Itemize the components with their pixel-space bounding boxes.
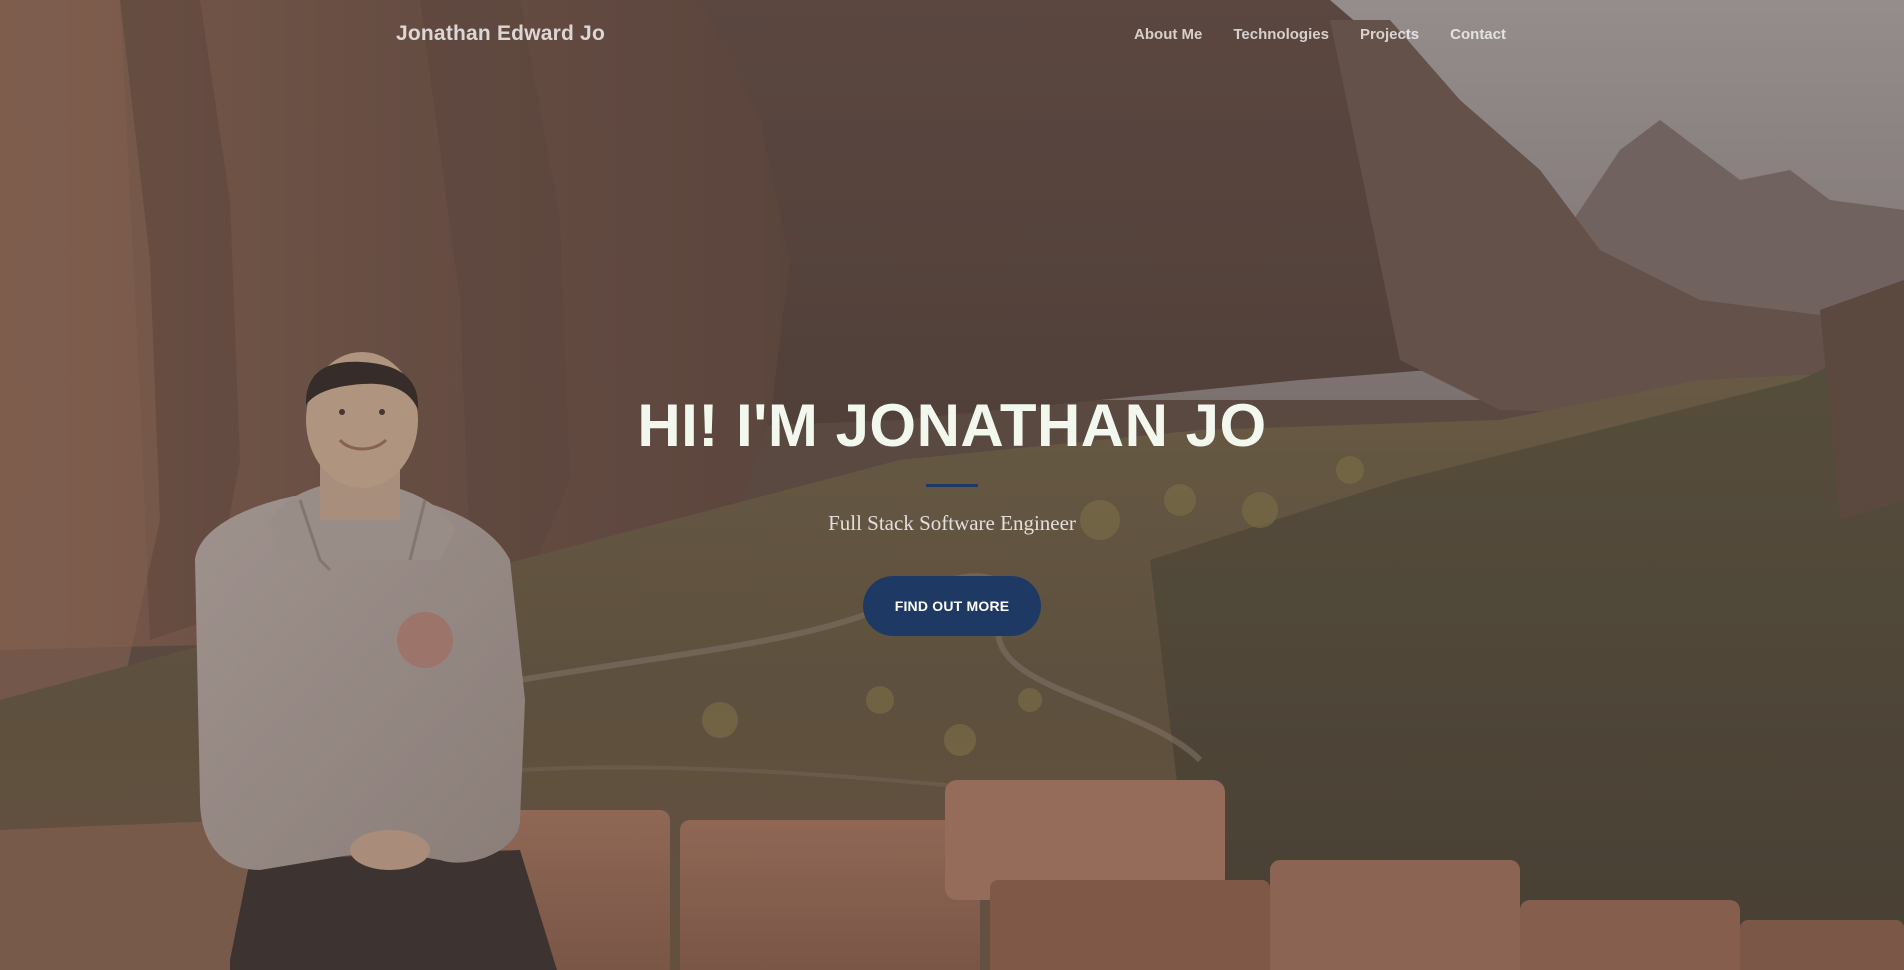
hero-content: HI! I'M JONATHAN JO Full Stack Software …	[0, 390, 1904, 636]
nav-item-technologies: Technologies	[1233, 26, 1329, 44]
hero-section: Jonathan Edward Jo About Me Technologies…	[0, 0, 1904, 970]
nav-link-contact[interactable]: Contact	[1450, 26, 1506, 43]
nav-link-about[interactable]: About Me	[1134, 26, 1202, 43]
nav-item-projects: Projects	[1360, 26, 1419, 44]
hero-title: HI! I'M JONATHAN JO	[637, 392, 1267, 459]
nav-links: About Me Technologies Projects Contact	[1134, 26, 1506, 44]
nav-link-projects[interactable]: Projects	[1360, 26, 1419, 43]
top-navbar: Jonathan Edward Jo About Me Technologies…	[0, 0, 1904, 72]
hero-divider	[926, 484, 978, 487]
nav-link-technologies[interactable]: Technologies	[1233, 26, 1329, 43]
brand-link[interactable]: Jonathan Edward Jo	[396, 22, 605, 46]
nav-item-contact: Contact	[1450, 26, 1506, 44]
hero-subtitle: Full Stack Software Engineer	[828, 511, 1076, 535]
nav-item-about: About Me	[1134, 26, 1202, 44]
find-out-more-button[interactable]: FIND OUT MORE	[863, 576, 1041, 636]
